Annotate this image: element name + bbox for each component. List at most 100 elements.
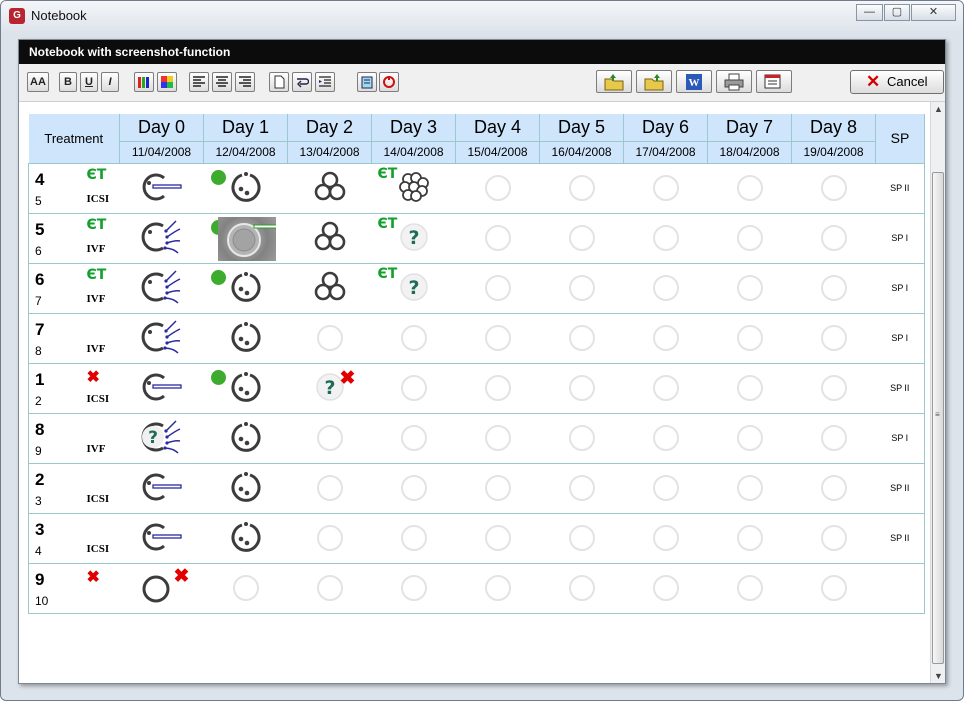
day-4-cell[interactable] — [455, 213, 540, 264]
day-6-cell[interactable] — [623, 263, 708, 314]
day-3-cell[interactable] — [371, 363, 456, 414]
table-row[interactable]: 3 4 ICSI SP II — [28, 513, 926, 564]
day-4-cell[interactable] — [455, 463, 540, 514]
day-1-cell[interactable] — [203, 513, 288, 564]
scroll-thumb[interactable]: ≡ — [932, 172, 944, 664]
day-5-cell[interactable] — [539, 313, 624, 364]
new-page-button[interactable] — [269, 72, 289, 92]
day-6-cell[interactable] — [623, 413, 708, 464]
day-6-cell[interactable] — [623, 363, 708, 414]
day-0-cell[interactable] — [119, 263, 204, 314]
day-1-cell[interactable] — [203, 263, 288, 314]
day-7-cell[interactable] — [707, 413, 792, 464]
day-2-cell[interactable]: ? ✖ — [287, 363, 372, 414]
italic-button[interactable]: I — [101, 72, 119, 92]
day-0-cell[interactable]: ✖ — [119, 563, 204, 614]
print-preview-button[interactable] — [756, 70, 792, 93]
table-row[interactable]: 9 10 ✖ ✖ — [28, 563, 926, 614]
day-8-cell[interactable] — [791, 313, 876, 364]
day-8-cell[interactable] — [791, 413, 876, 464]
vertical-scrollbar[interactable]: ▲ ≡ ▼ — [930, 102, 945, 683]
day-1-cell[interactable] — [203, 363, 288, 414]
day-3-cell[interactable] — [371, 313, 456, 364]
day-2-cell[interactable] — [287, 563, 372, 614]
table-row[interactable]: 8 9 IVF? SP I — [28, 413, 926, 464]
day-1-cell[interactable] — [203, 313, 288, 364]
table-row[interactable]: 4 5 ЄT ICSI ЄT SP II — [28, 163, 926, 214]
align-left-button[interactable] — [189, 72, 209, 92]
day-3-cell[interactable] — [371, 563, 456, 614]
day-6-cell[interactable] — [623, 513, 708, 564]
day-7-cell[interactable] — [707, 163, 792, 214]
day-4-cell[interactable] — [455, 263, 540, 314]
day-7-cell[interactable] — [707, 363, 792, 414]
table-row[interactable]: 5 6 ЄT IVF ЄT? SP I — [28, 213, 926, 264]
day-1-cell[interactable] — [203, 213, 288, 264]
table-row[interactable]: 6 7 ЄT IVF ЄT? SP I — [28, 263, 926, 314]
day-3-cell[interactable] — [371, 463, 456, 514]
text-color-button[interactable] — [134, 72, 154, 92]
day-4-cell[interactable] — [455, 413, 540, 464]
day-7-cell[interactable] — [707, 563, 792, 614]
maximize-button[interactable]: ▢ — [884, 4, 910, 21]
day-8-cell[interactable] — [791, 463, 876, 514]
day-4-cell[interactable] — [455, 563, 540, 614]
day-8-cell[interactable] — [791, 263, 876, 314]
day-1-cell[interactable] — [203, 413, 288, 464]
day-2-cell[interactable] — [287, 263, 372, 314]
close-window-button[interactable]: ✕ — [911, 4, 956, 21]
day-8-cell[interactable] — [791, 213, 876, 264]
bold-button[interactable]: B — [59, 72, 77, 92]
day-4-cell[interactable] — [455, 163, 540, 214]
day-2-cell[interactable] — [287, 413, 372, 464]
day-8-cell[interactable] — [791, 513, 876, 564]
day-6-cell[interactable] — [623, 163, 708, 214]
scroll-down-arrow-icon[interactable]: ▼ — [931, 669, 946, 683]
align-right-button[interactable] — [235, 72, 255, 92]
day-7-cell[interactable] — [707, 263, 792, 314]
wrap-button[interactable] — [292, 72, 312, 92]
day-7-cell[interactable] — [707, 463, 792, 514]
day-3-cell[interactable]: ЄT? — [371, 213, 456, 264]
day-6-cell[interactable] — [623, 313, 708, 364]
day-5-cell[interactable] — [539, 563, 624, 614]
day-4-cell[interactable] — [455, 313, 540, 364]
day-0-cell[interactable] — [119, 313, 204, 364]
table-row[interactable]: 1 2 ✖ ICSI? ✖ SP II — [28, 363, 926, 414]
day-0-cell[interactable] — [119, 463, 204, 514]
day-7-cell[interactable] — [707, 513, 792, 564]
print-button[interactable] — [716, 70, 752, 93]
align-center-button[interactable] — [212, 72, 232, 92]
export-word-button[interactable]: W — [676, 70, 712, 93]
reset-button[interactable] — [379, 72, 399, 92]
day-3-cell[interactable] — [371, 513, 456, 564]
day-0-cell[interactable] — [119, 213, 204, 264]
day-1-cell[interactable] — [203, 163, 288, 214]
day-8-cell[interactable] — [791, 563, 876, 614]
day-7-cell[interactable] — [707, 313, 792, 364]
day-5-cell[interactable] — [539, 513, 624, 564]
day-2-cell[interactable] — [287, 163, 372, 214]
day-5-cell[interactable] — [539, 263, 624, 314]
day-0-cell[interactable] — [119, 363, 204, 414]
day-5-cell[interactable] — [539, 363, 624, 414]
background-color-button[interactable] — [157, 72, 177, 92]
day-6-cell[interactable] — [623, 463, 708, 514]
day-8-cell[interactable] — [791, 163, 876, 214]
day-3-cell[interactable]: ЄT — [371, 163, 456, 214]
day-5-cell[interactable] — [539, 213, 624, 264]
day-0-cell[interactable] — [119, 513, 204, 564]
table-row[interactable]: 2 3 ICSI SP II — [28, 463, 926, 514]
day-6-cell[interactable] — [623, 213, 708, 264]
day-2-cell[interactable] — [287, 213, 372, 264]
day-6-cell[interactable] — [623, 563, 708, 614]
day-0-cell[interactable] — [119, 163, 204, 214]
minimize-button[interactable]: — — [856, 4, 883, 21]
cancel-button[interactable]: ✕ Cancel — [850, 70, 944, 94]
open-button[interactable] — [596, 70, 632, 93]
day-3-cell[interactable] — [371, 413, 456, 464]
underline-button[interactable]: U — [80, 72, 98, 92]
day-4-cell[interactable] — [455, 363, 540, 414]
day-2-cell[interactable] — [287, 513, 372, 564]
day-3-cell[interactable]: ЄT? — [371, 263, 456, 314]
